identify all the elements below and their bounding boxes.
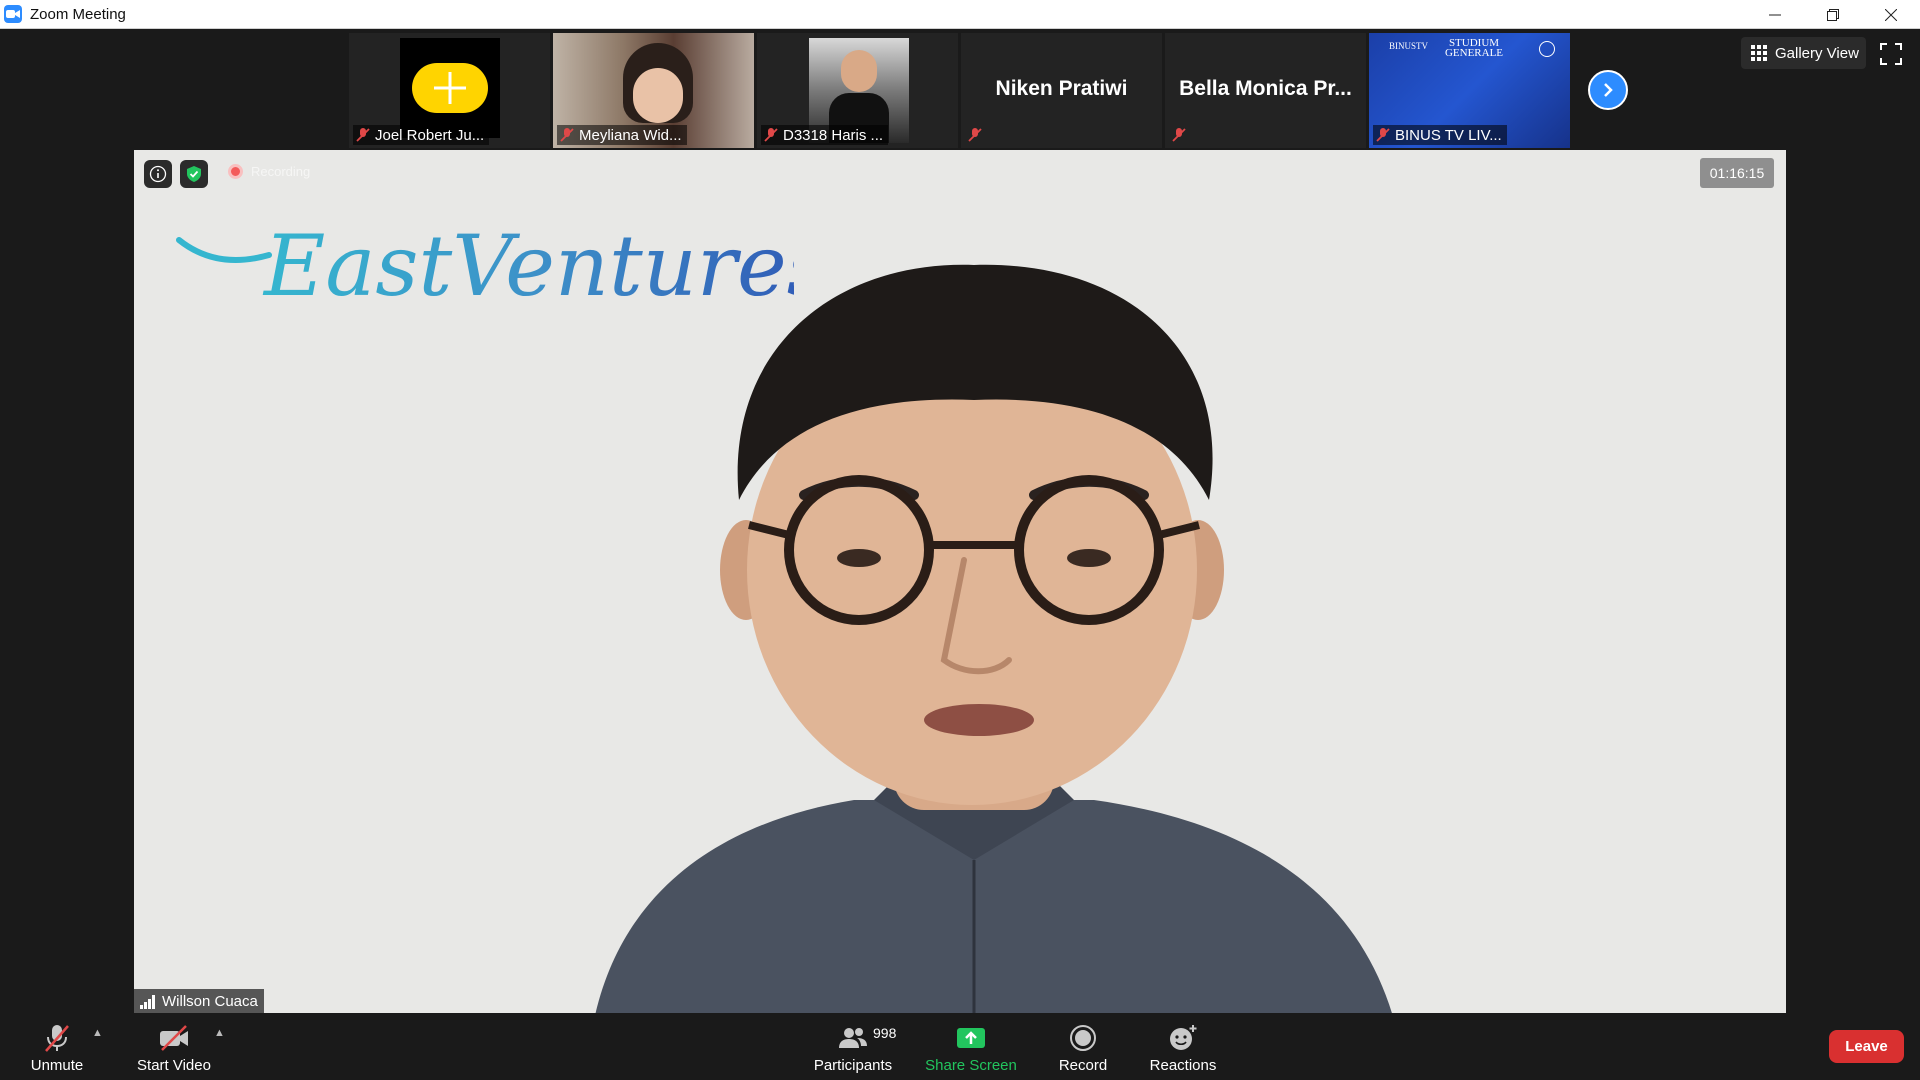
minimize-button[interactable] [1746, 0, 1804, 29]
video-off-icon [157, 1023, 191, 1053]
speaker-video: EastVentures Recording 01:16:15 Willson … [134, 150, 1786, 1014]
participant-name: D3318 Haris ... [783, 126, 884, 144]
participant-tile[interactable]: D3318 Haris ... [757, 33, 958, 148]
reactions-icon [1166, 1023, 1200, 1053]
gallery-view-button[interactable]: Gallery View [1741, 37, 1866, 69]
signal-strength-icon [140, 994, 155, 1009]
meeting-toolbar: Unmute ▲ Start Video ▲ 998 Participants [0, 1013, 1920, 1080]
reactions-label: Reactions [1149, 1057, 1217, 1074]
participant-name-tag [1169, 125, 1192, 145]
participant-name: BINUS TV LIV... [1395, 126, 1502, 144]
participants-icon: 998 [836, 1023, 896, 1053]
recording-dot-icon [228, 164, 243, 179]
mic-muted-icon [559, 127, 575, 143]
fullscreen-button[interactable] [1880, 43, 1902, 65]
participant-name: Meyliana Wid... [579, 126, 682, 144]
share-screen-icon [954, 1023, 988, 1053]
security-button[interactable] [180, 160, 208, 188]
participant-face [841, 50, 877, 92]
record-label: Record [1058, 1057, 1108, 1074]
close-window-button[interactable] [1862, 0, 1920, 29]
record-button[interactable]: Record [1046, 1013, 1120, 1080]
studium-generale-title: STUDIUM GENERALE [1444, 37, 1504, 59]
mic-muted-icon [1171, 127, 1187, 143]
mic-muted-icon [40, 1023, 74, 1053]
participant-tile[interactable]: BINUSTV STUDIUM GENERALE BINUS TV LIV... [1369, 33, 1570, 148]
active-speaker-tag: Willson Cuaca [134, 989, 264, 1014]
info-icon [149, 165, 167, 183]
next-page-button[interactable] [1588, 70, 1628, 110]
meeting-timer: 01:16:15 [1700, 158, 1774, 188]
participant-tile[interactable]: Niken Pratiwi [961, 33, 1162, 148]
title-bar: Zoom Meeting [0, 0, 1920, 29]
share-screen-label: Share Screen [925, 1057, 1017, 1074]
record-icon [1066, 1023, 1100, 1053]
meeting-stage: Joel Robert Ju... Meyliana Wid... D3318 … [0, 29, 1920, 1014]
shield-check-icon [187, 166, 201, 182]
speaker-name: Willson Cuaca [162, 993, 258, 1010]
start-video-label: Start Video [137, 1057, 211, 1074]
participant-tile[interactable]: Meyliana Wid... [553, 33, 754, 148]
avatar-icon [412, 63, 488, 113]
binus-tv-logo: BINUSTV [1389, 41, 1429, 51]
audio-options-caret-icon[interactable]: ▲ [92, 1027, 103, 1039]
participants-button[interactable]: 998 Participants [808, 1013, 898, 1080]
chevron-right-icon [1604, 83, 1613, 97]
participant-tile[interactable]: Joel Robert Ju... [349, 33, 550, 148]
participant-name-tag: Joel Robert Ju... [353, 125, 490, 145]
restore-button[interactable] [1804, 0, 1862, 29]
fullscreen-icon [1880, 43, 1902, 65]
binus-emblem-icon [1539, 41, 1555, 57]
participant-strip: Joel Robert Ju... Meyliana Wid... D3318 … [349, 33, 1570, 148]
video-options-caret-icon[interactable]: ▲ [214, 1027, 225, 1039]
leave-button[interactable]: Leave [1829, 1030, 1904, 1063]
avatar [400, 38, 500, 138]
mic-muted-icon [1375, 127, 1391, 143]
participant-name-tag: Meyliana Wid... [557, 125, 687, 145]
mic-muted-icon [763, 127, 779, 143]
meeting-info-button[interactable] [144, 160, 172, 188]
mic-muted-icon [967, 127, 983, 143]
mic-muted-icon [355, 127, 371, 143]
participant-name-tag [965, 125, 988, 145]
share-screen-button[interactable]: Share Screen [924, 1013, 1018, 1080]
participant-name: Joel Robert Ju... [375, 126, 485, 144]
participant-display-name: Bella Monica Pr... [1179, 77, 1352, 100]
participant-display-name: Niken Pratiwi [995, 77, 1128, 100]
participants-count: 998 [873, 1025, 897, 1041]
gallery-view-label: Gallery View [1775, 44, 1859, 62]
reactions-button[interactable]: Reactions [1144, 1013, 1222, 1080]
start-video-button[interactable]: Start Video [130, 1013, 218, 1080]
grid-icon [1751, 45, 1767, 61]
participants-label: Participants [813, 1057, 893, 1074]
unmute-button[interactable]: Unmute [24, 1013, 90, 1080]
participant-face [633, 68, 683, 123]
participant-tile[interactable]: Bella Monica Pr... [1165, 33, 1366, 148]
participant-name-tag: D3318 Haris ... [761, 125, 889, 145]
participant-name-tag: BINUS TV LIV... [1373, 125, 1507, 145]
recording-label: Recording [251, 164, 311, 179]
zoom-app-icon [4, 5, 22, 23]
recording-indicator: Recording [228, 164, 310, 179]
speaker-figure [595, 264, 1393, 1014]
window-title: Zoom Meeting [30, 5, 126, 23]
unmute-label: Unmute [30, 1057, 84, 1074]
